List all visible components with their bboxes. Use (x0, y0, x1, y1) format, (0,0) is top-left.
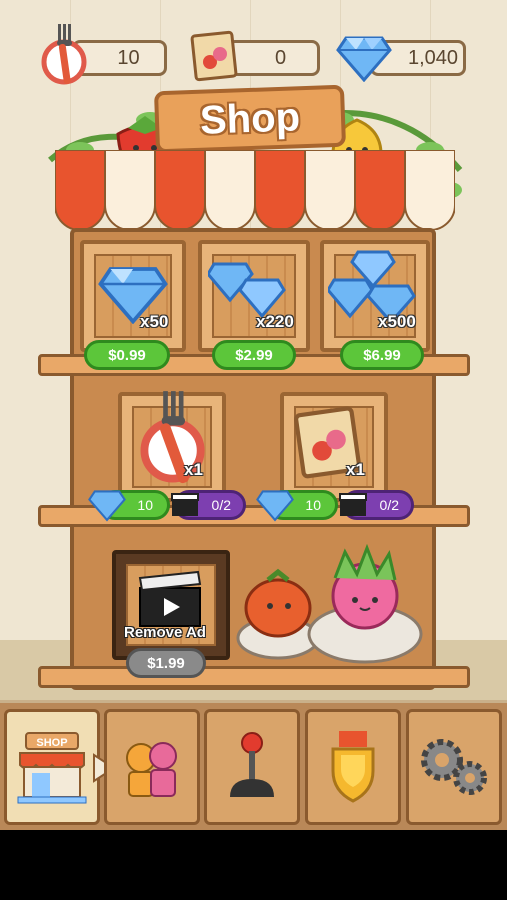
gem-pack-qty: x50 (140, 312, 169, 331)
shop-screen: 10 0 1,040 Shop x50 $0.99 x220 $2.99 x50… (0, 0, 507, 830)
fork-plate-icon (41, 24, 87, 85)
joystick-icon (230, 732, 274, 797)
settings-gears-icon (421, 739, 487, 795)
awning (55, 150, 455, 230)
buy-gems-220-button[interactable]: $2.99 (212, 340, 296, 370)
gem-cost: 10 (305, 497, 321, 513)
remove-ad-crate[interactable] (112, 550, 230, 660)
fork-count: 10 (117, 46, 140, 69)
remove-ad-buy-button[interactable]: $1.99 (126, 648, 206, 678)
gem-pack-medium[interactable] (198, 240, 310, 352)
gem-pack-qty: x220 (256, 312, 294, 331)
seed-count: 0 (274, 46, 287, 69)
shop-title: Shop (199, 94, 301, 143)
ad-progress: 0/2 (379, 497, 399, 513)
gem-count: 1,040 (407, 46, 459, 69)
shop-sign: Shop (153, 84, 347, 154)
gem-pack-qty: x500 (378, 312, 416, 331)
gem-pack-small[interactable] (80, 240, 186, 352)
gem-pack-large[interactable] (320, 240, 430, 352)
characters-icon (126, 742, 177, 797)
seed-item-qty: x1 (346, 460, 365, 479)
fork-item-crate[interactable] (118, 391, 226, 502)
clapperboard-icon (339, 493, 367, 516)
ad-progress: 0/2 (211, 497, 231, 513)
shop-tab-sign: SHOP (36, 737, 67, 749)
shelf-bottom (38, 666, 470, 688)
tab-play[interactable] (204, 709, 300, 825)
dragonfruit-sack-character (307, 544, 423, 664)
clapperboard-icon (138, 570, 202, 627)
gem-cost: 10 (137, 497, 153, 513)
seed-item-crate[interactable] (280, 392, 388, 502)
badge-icon (331, 731, 375, 803)
bottom-nav: SHOP (0, 703, 507, 830)
buy-gems-50-button[interactable]: $0.99 (84, 340, 170, 370)
gem-icon (256, 490, 294, 522)
system-bar (0, 830, 507, 900)
tab-characters[interactable] (104, 709, 200, 825)
tab-shop[interactable]: SHOP (4, 709, 100, 825)
fork-item-qty: x1 (184, 460, 203, 479)
clapperboard-icon (171, 493, 199, 516)
remove-ad-label: Remove Ad (124, 624, 206, 641)
tab-achievements[interactable] (305, 709, 401, 825)
gem-icon (88, 490, 126, 522)
seed-pack-icon (190, 30, 238, 82)
tab-settings[interactable] (406, 709, 502, 825)
seed-counter: 0 (227, 40, 320, 76)
gem-icon (336, 36, 392, 82)
shop-icon: SHOP (17, 732, 87, 804)
buy-gems-500-button[interactable]: $6.99 (340, 340, 424, 370)
